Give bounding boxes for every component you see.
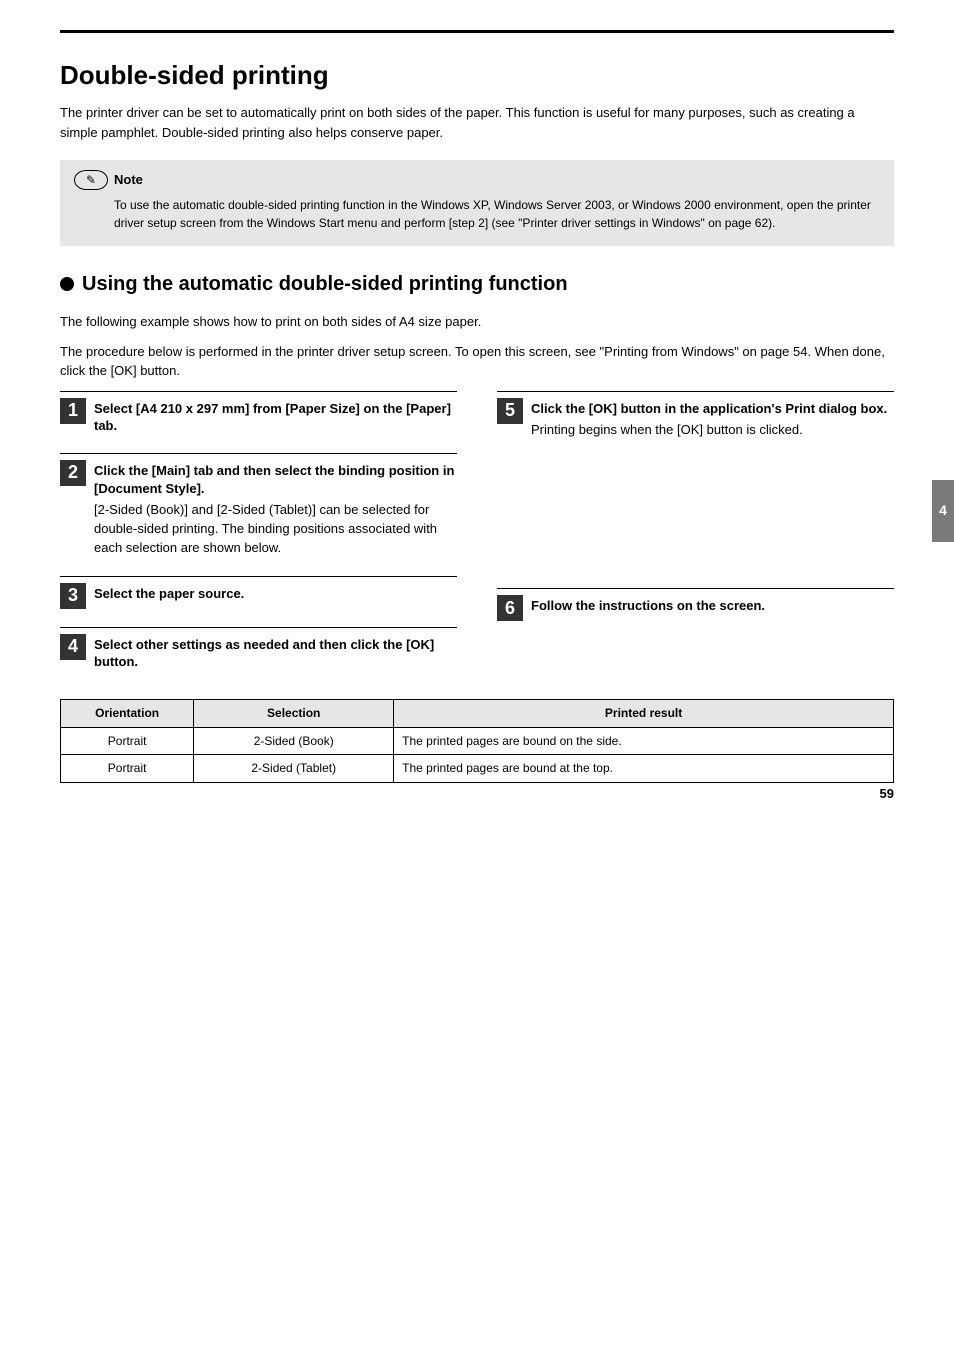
step-title: Select the paper source. [94, 585, 457, 603]
step-number: 3 [60, 583, 86, 609]
note-box: ✎ Note To use the automatic double-sided… [60, 160, 894, 246]
step-desc: Printing begins when the [OK] button is … [531, 421, 894, 440]
step-title: Click the [Main] tab and then select the… [94, 462, 457, 497]
step-number: 6 [497, 595, 523, 621]
th-orientation: Orientation [61, 699, 194, 727]
step-3: 3 Select the paper source. [60, 576, 457, 609]
step-6: 6 Follow the instructions on the screen. [497, 588, 894, 621]
td-orientation: Portrait [61, 755, 194, 783]
step-title: Select [A4 210 x 297 mm] from [Paper Siz… [94, 400, 457, 435]
step-title: Select other settings as needed and then… [94, 636, 457, 671]
procedure-intro-2: The procedure below is performed in the … [60, 342, 894, 381]
top-rule [60, 30, 894, 33]
td-selection: 2-Sided (Tablet) [194, 755, 394, 783]
td-result: The printed pages are bound at the top. [394, 755, 894, 783]
table-row: Portrait 2-Sided (Book) The printed page… [61, 727, 894, 755]
bullet-icon [60, 277, 74, 291]
step-number: 5 [497, 398, 523, 424]
intro-text: The printer driver can be set to automat… [60, 103, 894, 142]
td-result: The printed pages are bound on the side. [394, 727, 894, 755]
table-row: Portrait 2-Sided (Tablet) The printed pa… [61, 755, 894, 783]
pencil-icon: ✎ [74, 170, 108, 190]
td-orientation: Portrait [61, 727, 194, 755]
procedure-intro-1: The following example shows how to print… [60, 312, 894, 332]
step-number: 1 [60, 398, 86, 424]
step-1: 1 Select [A4 210 x 297 mm] from [Paper S… [60, 391, 457, 435]
step-2: 2 Click the [Main] tab and then select t… [60, 453, 457, 558]
step-4: 4 Select other settings as needed and th… [60, 627, 457, 671]
page-title: Double-sided printing [60, 57, 894, 93]
procedure-heading-text: Using the automatic double-sided printin… [82, 270, 568, 298]
step-number: 4 [60, 634, 86, 660]
procedure-heading: Using the automatic double-sided printin… [60, 270, 894, 298]
th-result: Printed result [394, 699, 894, 727]
chapter-tab: 4 [932, 480, 954, 542]
step-title: Click the [OK] button in the application… [531, 400, 894, 418]
step-desc: [2-Sided (Book)] and [2-Sided (Tablet)] … [94, 501, 457, 558]
note-body: To use the automatic double-sided printi… [74, 196, 880, 232]
step-title: Follow the instructions on the screen. [531, 597, 894, 615]
th-selection: Selection [194, 699, 394, 727]
td-selection: 2-Sided (Book) [194, 727, 394, 755]
page-number: 59 [880, 785, 894, 803]
step-number: 2 [60, 460, 86, 486]
note-title: Note [114, 171, 143, 189]
binding-table: Orientation Selection Printed result Por… [60, 699, 894, 783]
step-5: 5 Click the [OK] button in the applicati… [497, 391, 894, 440]
